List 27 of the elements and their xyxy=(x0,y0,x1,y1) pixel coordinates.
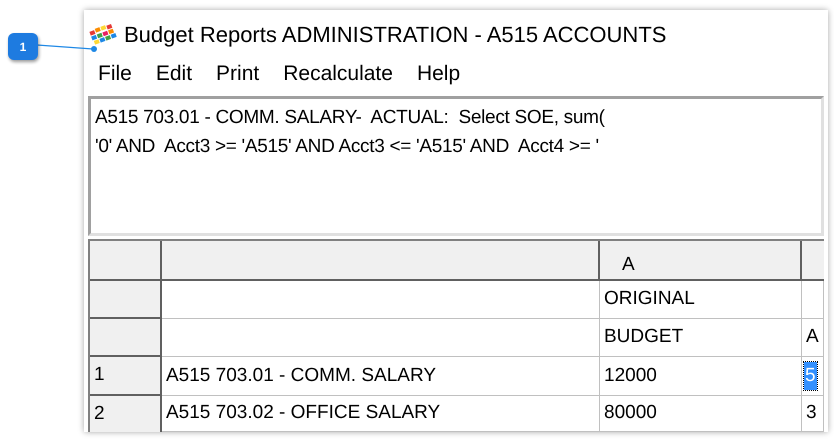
leader-line xyxy=(37,43,99,53)
table-cell: A515 703.02 - OFFICE SALARY xyxy=(162,396,600,432)
column-header[interactable] xyxy=(162,241,600,281)
column-header[interactable]: A xyxy=(600,241,802,281)
table-cell: ORIGINAL xyxy=(600,281,802,319)
table-cell xyxy=(802,281,824,319)
table-cell: A xyxy=(802,319,824,357)
table-cell: 12000 xyxy=(600,357,802,396)
query-text-line: '0' AND Acct3 >= 'A515' AND Acct3 <= 'A515' AND Acct4 >= ' xyxy=(95,135,600,159)
row-header[interactable]: 1 xyxy=(90,357,162,396)
row-header[interactable]: 2 xyxy=(90,396,162,432)
row-header[interactable] xyxy=(90,281,162,319)
query-text-line: A515 703.01 - COMM. SALARY- ACTUAL: Select SOE, sum( xyxy=(95,106,606,130)
table-cell: A515 703.01 - COMM. SALARY xyxy=(162,357,600,396)
table-cell: 3 xyxy=(802,396,824,432)
table-cell: 80000 xyxy=(600,396,802,432)
menu-item[interactable]: Edit xyxy=(150,58,198,90)
row-header[interactable] xyxy=(90,241,162,281)
menu-item[interactable]: Print xyxy=(210,58,266,90)
table-cell: BUDGET xyxy=(600,319,802,357)
column-header[interactable] xyxy=(802,241,824,281)
menu-item[interactable]: Recalculate xyxy=(277,58,399,90)
row-header[interactable] xyxy=(90,319,162,357)
window-title: Budget Reports ADMINISTRATION - A515 ACCOUNTS xyxy=(124,20,666,49)
menu-item[interactable]: File xyxy=(92,58,138,90)
menu-item[interactable]: Help xyxy=(410,58,466,90)
callout-badge: 1 xyxy=(8,33,38,60)
